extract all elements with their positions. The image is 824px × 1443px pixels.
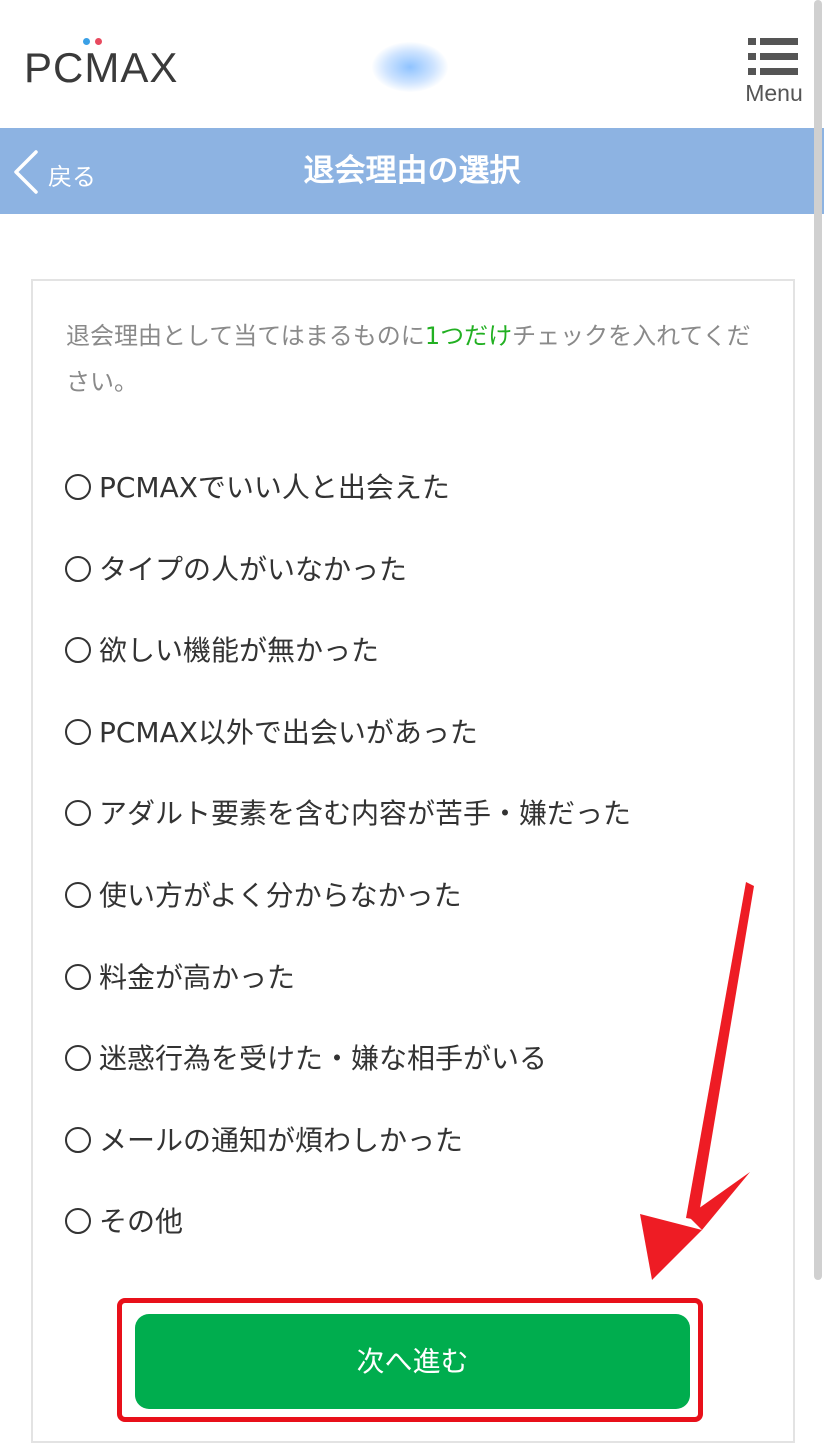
logo-dots-icon [83,38,103,46]
reason-option-label: 使い方がよく分からなかった [99,878,462,912]
reason-option-label: PCMAXでいい人と出会えた [99,471,450,504]
instruction-emphasis: 1つだけ [424,322,513,350]
menu-label: Menu [745,80,803,106]
reason-option-label: 迷惑行為を受けた・嫌な相手がいる [99,1042,548,1076]
hamburger-menu-icon [748,38,798,75]
radio-button[interactable] [65,718,91,745]
radio-button[interactable] [65,800,91,827]
reason-option-label: その他 [99,1205,184,1239]
radio-button[interactable] [65,474,91,500]
reason-option-label: タイプの人がいなかった [99,552,408,586]
back-label: 戻る [48,163,96,191]
reason-option-label: 料金が高かった [99,960,296,994]
reason-option-label: PCMAX以外で出会いがあった [99,715,478,749]
radio-button[interactable] [65,963,91,990]
instruction-before: 退会理由として当てはまるものに [66,322,425,350]
scrollbar[interactable] [814,0,822,1280]
radio-button[interactable] [65,881,91,908]
title-bar: 退会理由の選択 戻る [0,128,824,214]
radio-button[interactable] [65,555,91,582]
reason-option[interactable]: 欲しい機能が無かった [65,629,765,711]
chevron-left-icon [14,150,38,194]
pcmax-logo[interactable]: PCMAX [24,44,178,92]
radio-button[interactable] [65,1045,91,1072]
blurred-image [372,42,448,92]
reason-option[interactable]: PCMAX以外で出会いがあった [65,711,765,793]
header: PCMAX Menu [0,0,824,128]
radio-button[interactable] [65,1126,91,1153]
reason-option[interactable]: PCMAXでいい人と出会えた [65,466,765,548]
instruction-text: 退会理由として当てはまるものに1つだけチェックを入れてください。 [66,313,771,405]
annotation-arrow-icon [640,882,754,1280]
reason-option[interactable]: アダルト要素を含む内容が苦手・嫌だった [65,792,765,874]
reason-option-label: アダルト要素を含む内容が苦手・嫌だった [99,797,632,831]
radio-button[interactable] [65,637,91,664]
menu-button[interactable]: Menu [738,34,810,108]
reason-option-label: メールの通知が煩わしかった [99,1123,464,1157]
next-button[interactable]: 次へ進む [135,1314,690,1409]
reason-option-label: 欲しい機能が無かった [99,634,380,668]
reason-option[interactable]: タイプの人がいなかった [65,548,765,630]
radio-button[interactable] [65,1208,91,1235]
back-button[interactable]: 戻る [12,150,112,194]
page-title: 退会理由の選択 [303,153,521,189]
